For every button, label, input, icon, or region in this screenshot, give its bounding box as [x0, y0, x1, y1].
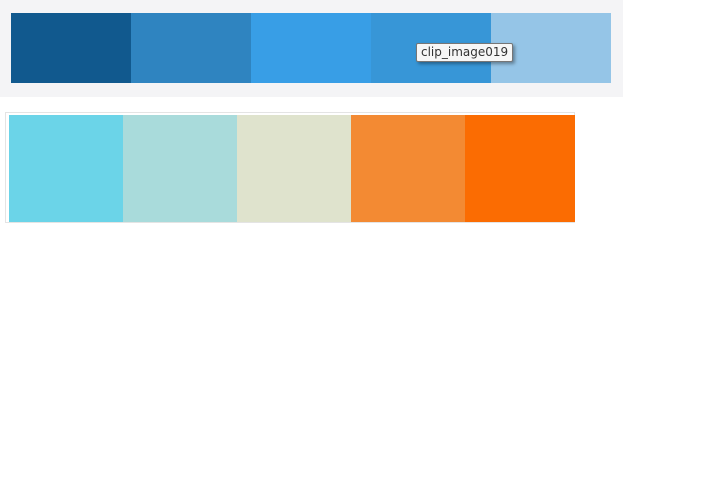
bottom-swatch-4[interactable] [351, 115, 465, 222]
top-swatch-3[interactable] [251, 13, 371, 83]
top-swatch-1[interactable] [11, 13, 131, 83]
bottom-palette [9, 115, 575, 222]
top-palette [11, 13, 611, 83]
top-swatch-2[interactable] [131, 13, 251, 83]
image-name-tooltip: clip_image019 [416, 43, 514, 62]
bottom-swatch-5[interactable] [465, 115, 575, 222]
bottom-swatch-3[interactable] [237, 115, 351, 222]
bottom-swatch-1[interactable] [9, 115, 123, 222]
bottom-swatch-2[interactable] [123, 115, 237, 222]
